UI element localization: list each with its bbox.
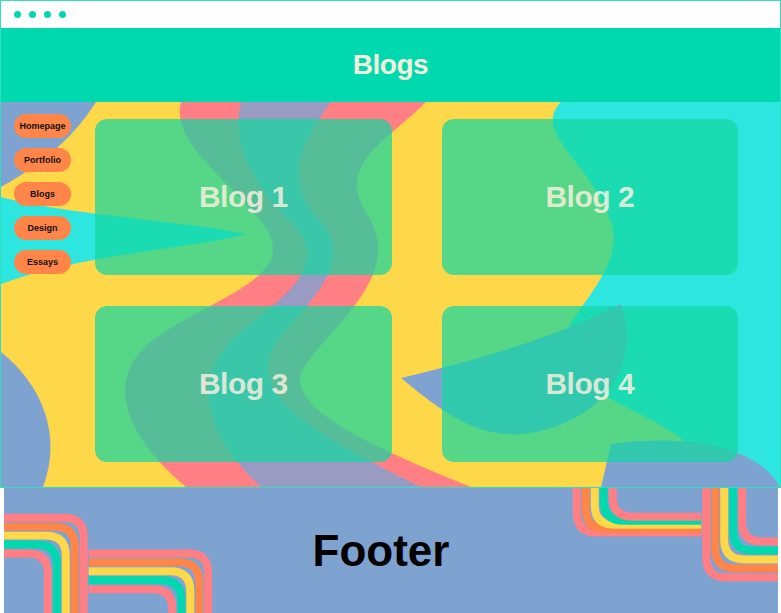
nav-button[interactable]: Design [14,216,71,240]
blog-card-title: Blog 3 [199,367,288,401]
nav-button[interactable]: Portfolio [14,148,71,172]
main-area: Homepage Portfolio Blogs Design Essays Blog … [1,102,780,487]
blog-card-title: Blog 1 [199,180,288,214]
window-dot [29,11,36,18]
browser-window: Blogs Homepage Portfolio Blogs Design Essays… [0,0,781,488]
blog-grid: Blog 1 Blog 2 Blog 3 Blog 4 [95,114,738,487]
window-dot [14,11,21,18]
nav-button[interactable]: Blogs [14,182,71,206]
header: Blogs [1,28,780,102]
page-title: Blogs [353,49,428,81]
nav-button[interactable]: Essays [14,250,71,274]
blog-card-title: Blog 4 [545,367,634,401]
blog-card[interactable]: Blog 1 [95,119,392,275]
page: Blogs Homepage Portfolio Blogs Design Essays… [0,0,781,613]
blog-card[interactable]: Blog 3 [95,306,392,462]
footer-text: Footer [313,526,450,576]
footer: Footer [4,488,778,613]
browser-bar [1,1,780,28]
blog-card-title: Blog 2 [545,180,634,214]
blog-card[interactable]: Blog 2 [442,119,739,275]
blog-card[interactable]: Blog 4 [442,306,739,462]
sidebar: Homepage Portfolio Blogs Design Essays [14,114,71,487]
window-dot [59,11,66,18]
nav-button[interactable]: Homepage [14,114,71,138]
window-dot [44,11,51,18]
